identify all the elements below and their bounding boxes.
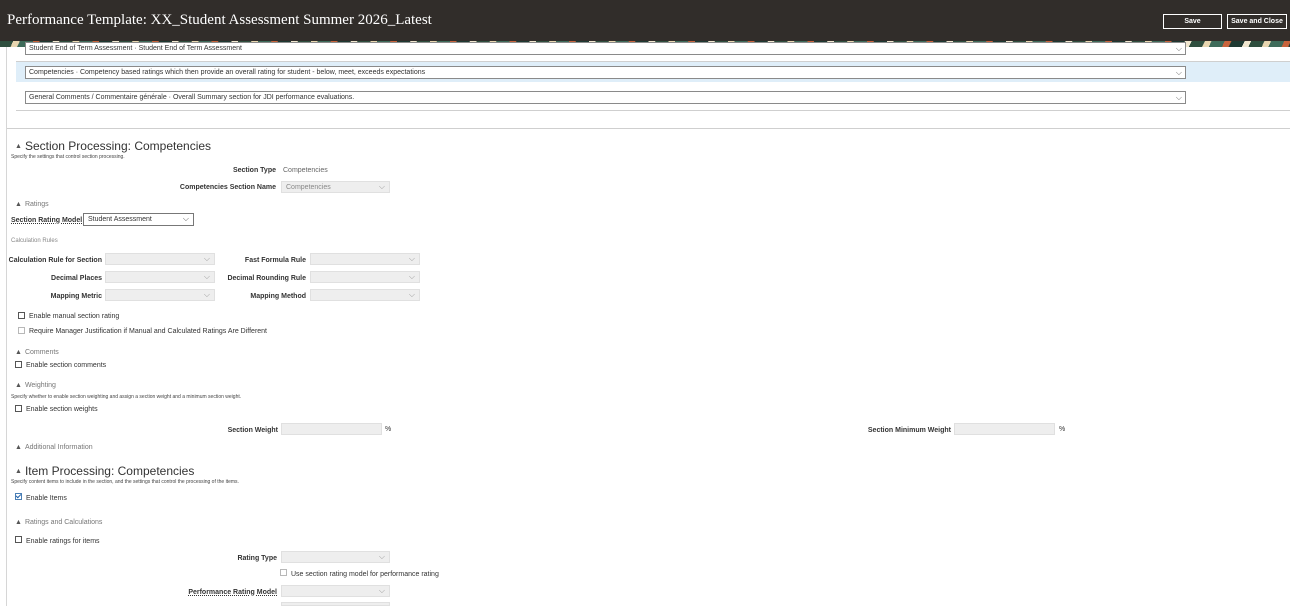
next-select-partial[interactable] [281,602,390,606]
ratings-heading[interactable]: ▲ Ratings [15,201,49,208]
performance-rating-model-select[interactable]: ⌵ [281,585,390,597]
calculation-rules-heading: Calculation Rules [11,238,58,244]
collapse-icon[interactable]: ▲ [15,444,22,451]
section-name-value: Competencies [286,183,331,191]
weighting-title: Weighting [24,382,56,389]
app-header: Performance Template: XX_Student Assessm… [0,0,1290,41]
additional-info-heading[interactable]: ▲ Additional Information [15,444,93,451]
section-min-weight-unit: % [1059,426,1066,433]
section-rating-model-select[interactable]: Student Assessment ⌵ [83,213,194,226]
collapse-icon[interactable]: ▲ [15,468,22,475]
chevron-down-icon: ⌵ [1175,68,1182,77]
weighting-hint: Specify whether to enable section weight… [11,394,242,400]
use-section-model-checkbox[interactable] [280,569,287,576]
section-processing-hint: Specify the settings that control sectio… [11,154,125,160]
enable-items-label: Enable Items [26,495,67,502]
chevron-down-icon: ⌵ [378,552,385,561]
section-processing-heading[interactable]: ▲ Section Processing: Competencies [15,139,211,153]
item-processing-title: Item Processing: Competencies [24,464,195,478]
chevron-down-icon: ⌵ [378,586,385,595]
fast-formula-label: Fast Formula Rule [244,257,306,264]
section-name-select[interactable]: Competencies ⌵ [281,181,390,193]
enable-weights-checkbox[interactable] [15,405,22,412]
mapping-method-label: Mapping Method [250,293,306,300]
ratings-calculations-title: Ratings and Calculations [24,519,103,526]
enable-manual-rating-checkbox[interactable] [18,312,25,319]
save-button[interactable]: Save [1163,14,1222,29]
decimal-places-select[interactable]: ⌵ [105,271,215,283]
section-select-3-text: General Comments / Commentaire générale … [29,94,355,101]
item-processing-heading[interactable]: ▲ Item Processing: Competencies [15,464,194,478]
collapse-icon[interactable]: ▲ [15,201,22,208]
collapse-icon[interactable]: ▲ [15,382,22,389]
section-select-2-text: Competencies · Competency based ratings … [29,69,426,76]
chevron-down-icon: ⌵ [408,254,415,263]
chevron-down-icon: ⌵ [1175,93,1182,102]
section-row-3[interactable]: General Comments / Commentaire générale … [16,86,1290,106]
divider [7,128,1290,129]
fast-formula-select[interactable]: ⌵ [310,253,420,265]
section-row-1[interactable]: Student End of Term Assessment · Student… [16,41,1290,61]
performance-rating-model-label: Performance Rating Model [188,589,277,596]
rating-type-label: Rating Type [237,555,277,562]
mapping-metric-select[interactable]: ⌵ [105,289,215,301]
section-select-3[interactable]: General Comments / Commentaire générale … [25,91,1186,104]
section-select-1-text: Student End of Term Assessment · Student… [29,45,242,52]
section-rating-model-value: Student Assessment [88,216,152,223]
require-justification-checkbox[interactable] [18,327,25,334]
weighting-heading[interactable]: ▲ Weighting [15,382,56,389]
calculation-rule-label: Calculation Rule for Section [8,257,102,264]
chevron-down-icon: ⌵ [408,290,415,299]
page-title: Performance Template: XX_Student Assessm… [7,12,432,28]
chevron-down-icon: ⌵ [1175,44,1182,53]
item-processing-hint: Specify content items to include in the … [11,479,239,485]
collapse-icon[interactable]: ▲ [15,349,22,356]
comments-title: Comments [24,349,59,356]
section-select-1[interactable]: Student End of Term Assessment · Student… [25,42,1186,55]
section-processing-title: Section Processing: Competencies [24,139,212,153]
section-row-2[interactable]: Competencies · Competency based ratings … [16,62,1290,82]
decimal-places-label: Decimal Places [51,275,102,282]
section-select-2[interactable]: Competencies · Competency based ratings … [25,66,1186,79]
use-section-model-label: Use section rating model for performance… [291,571,439,578]
enable-manual-rating-label: Enable manual section rating [29,313,120,320]
section-min-weight-label: Section Minimum Weight [867,427,951,434]
mapping-metric-label: Mapping Metric [50,293,102,300]
enable-comments-checkbox[interactable] [15,361,22,368]
require-justification-label: Require Manager Justification if Manual … [29,328,267,335]
additional-info-title: Additional Information [24,444,93,451]
section-min-weight-input[interactable] [954,423,1055,435]
collapse-icon[interactable]: ▲ [15,519,22,526]
save-and-close-button[interactable]: Save and Close [1227,14,1287,29]
section-weight-unit: % [385,426,392,433]
ratings-calculations-heading[interactable]: ▲ Ratings and Calculations [15,519,102,526]
chevron-down-icon: ⌵ [378,182,385,191]
ratings-title: Ratings [24,201,49,208]
section-rating-model-label: Section Rating Model [11,217,83,224]
chevron-down-icon: ⌵ [408,272,415,281]
comments-heading[interactable]: ▲ Comments [15,349,59,356]
section-type-label: Section Type [232,167,276,174]
divider [16,110,1290,111]
enable-item-ratings-checkbox[interactable] [15,536,22,543]
section-name-label: Competencies Section Name [179,184,276,191]
enable-weights-label: Enable section weights [26,406,98,413]
rating-type-select[interactable]: ⌵ [281,551,390,563]
mapping-method-select[interactable]: ⌵ [310,289,420,301]
section-weight-label: Section Weight [227,427,278,434]
enable-item-ratings-label: Enable ratings for items [26,538,100,545]
left-border [6,47,7,606]
decimal-rounding-label: Decimal Rounding Rule [227,275,306,282]
chevron-down-icon: ⌵ [182,214,189,223]
enable-comments-label: Enable section comments [26,362,107,369]
enable-items-checkbox[interactable] [15,493,22,500]
decimal-rounding-select[interactable]: ⌵ [310,271,420,283]
collapse-icon[interactable]: ▲ [15,143,22,150]
section-type-value: Competencies [283,167,328,174]
section-weight-input[interactable] [281,423,382,435]
calculation-rule-select[interactable]: ⌵ [105,253,215,265]
